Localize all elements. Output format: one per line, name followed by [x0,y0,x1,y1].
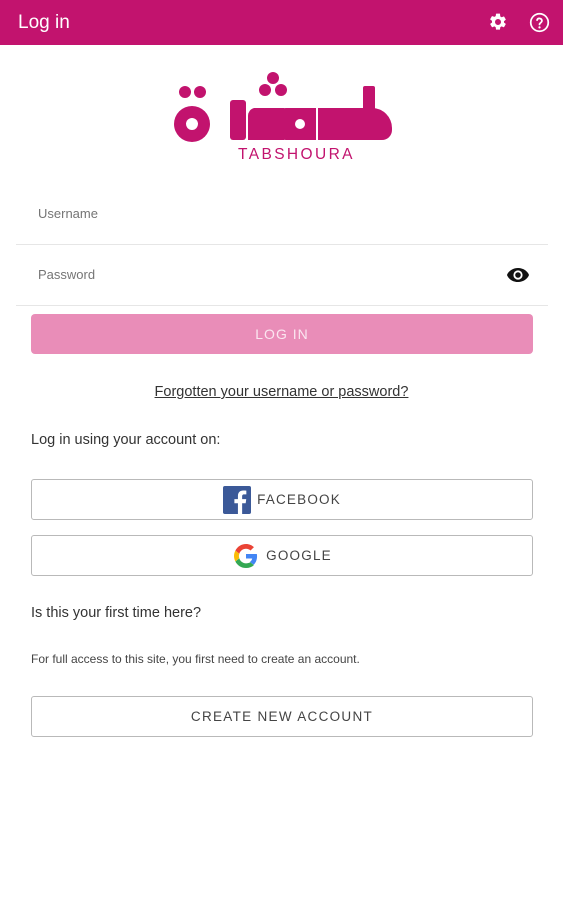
google-login-button[interactable]: GOOGLE [31,535,533,576]
login-button[interactable]: LOG IN [31,314,533,354]
forgot-password-link[interactable]: Forgotten your username or password? [0,384,563,400]
eye-icon [507,268,529,282]
facebook-login-button[interactable]: FACEBOOK [31,479,533,520]
google-label: GOOGLE [266,548,332,563]
username-input[interactable] [16,183,548,244]
password-field-wrapper [16,244,548,306]
username-field-wrapper [16,183,548,245]
login-button-label: LOG IN [255,326,309,342]
facebook-icon [223,485,252,514]
gear-icon [490,13,506,30]
oauth-heading: Log in using your account on: [31,432,221,448]
signup-description: For full access to this site, you first … [31,652,360,666]
facebook-label: FACEBOOK [257,492,341,507]
help-button[interactable] [528,11,550,33]
create-account-button[interactable]: CREATE NEW ACCOUNT [31,696,533,737]
brand-name: TABSHOURA [238,146,355,163]
show-password-button[interactable] [506,265,530,285]
page-title: Log in [18,12,70,33]
password-input[interactable] [16,244,548,305]
signup-heading: Is this your first time here? [31,605,202,621]
settings-button[interactable] [487,11,509,33]
create-account-label: CREATE NEW ACCOUNT [190,709,374,724]
google-icon [232,542,260,570]
question-circle-icon [529,12,549,32]
app-bar: Log in [0,0,563,45]
